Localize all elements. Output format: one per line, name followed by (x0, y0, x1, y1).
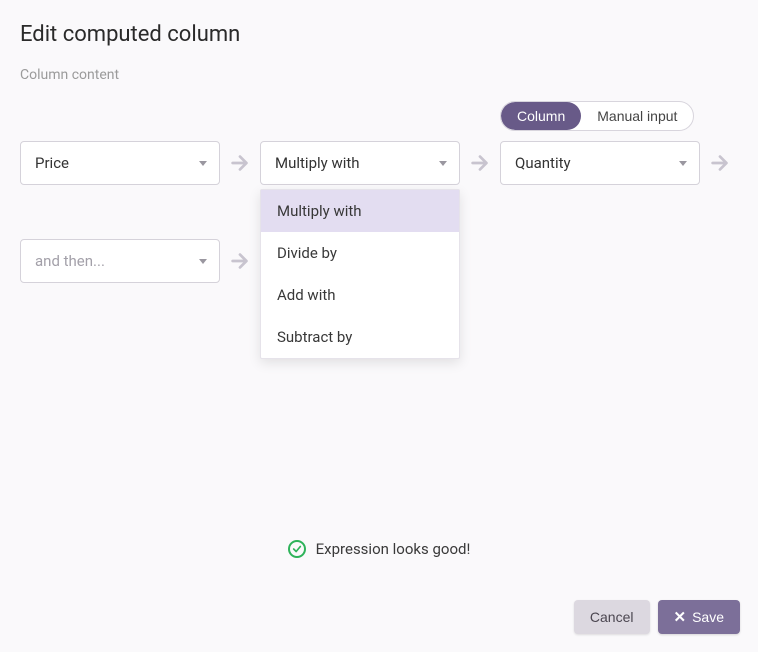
section-label: Column content (20, 67, 738, 83)
arrow-right-icon (228, 152, 252, 174)
chevron-down-icon (439, 161, 447, 166)
cancel-button[interactable]: Cancel (574, 600, 650, 634)
arrow-right-icon (468, 152, 492, 174)
check-circle-icon (288, 540, 306, 558)
left-column-select[interactable]: Price (20, 141, 220, 185)
page-title: Edit computed column (20, 22, 738, 47)
expression-row-1: Price Multiply with Multiply with Divide… (20, 141, 738, 185)
arrow-right-icon (708, 152, 732, 174)
right-column-value: Quantity (515, 154, 571, 172)
operator-value: Multiply with (275, 154, 360, 172)
close-icon: ✕ (674, 610, 687, 625)
operator-option-multiply[interactable]: Multiply with (261, 190, 459, 232)
and-then-select[interactable]: and then... (20, 239, 220, 283)
right-column-select[interactable]: Quantity (500, 141, 700, 185)
status-message: Expression looks good! (0, 540, 758, 558)
left-column-value: Price (35, 154, 69, 172)
chevron-down-icon (679, 161, 687, 166)
operator-option-subtract[interactable]: Subtract by (261, 316, 459, 358)
status-text: Expression looks good! (316, 540, 471, 558)
source-toggle-group: Column Manual input (500, 101, 694, 131)
chevron-down-icon (199, 161, 207, 166)
toggle-column[interactable]: Column (501, 102, 581, 130)
chevron-down-icon (199, 259, 207, 264)
operator-select[interactable]: Multiply with (260, 141, 460, 185)
save-label: Save (692, 609, 724, 625)
operator-dropdown: Multiply with Divide by Add with Subtrac… (260, 189, 460, 359)
operator-option-divide[interactable]: Divide by (261, 232, 459, 274)
dialog-footer: Cancel ✕ Save (574, 600, 740, 634)
arrow-right-icon (228, 250, 252, 272)
save-button[interactable]: ✕ Save (658, 600, 741, 634)
toggle-manual-input[interactable]: Manual input (581, 102, 693, 130)
operator-option-add[interactable]: Add with (261, 274, 459, 316)
and-then-placeholder: and then... (35, 252, 105, 270)
